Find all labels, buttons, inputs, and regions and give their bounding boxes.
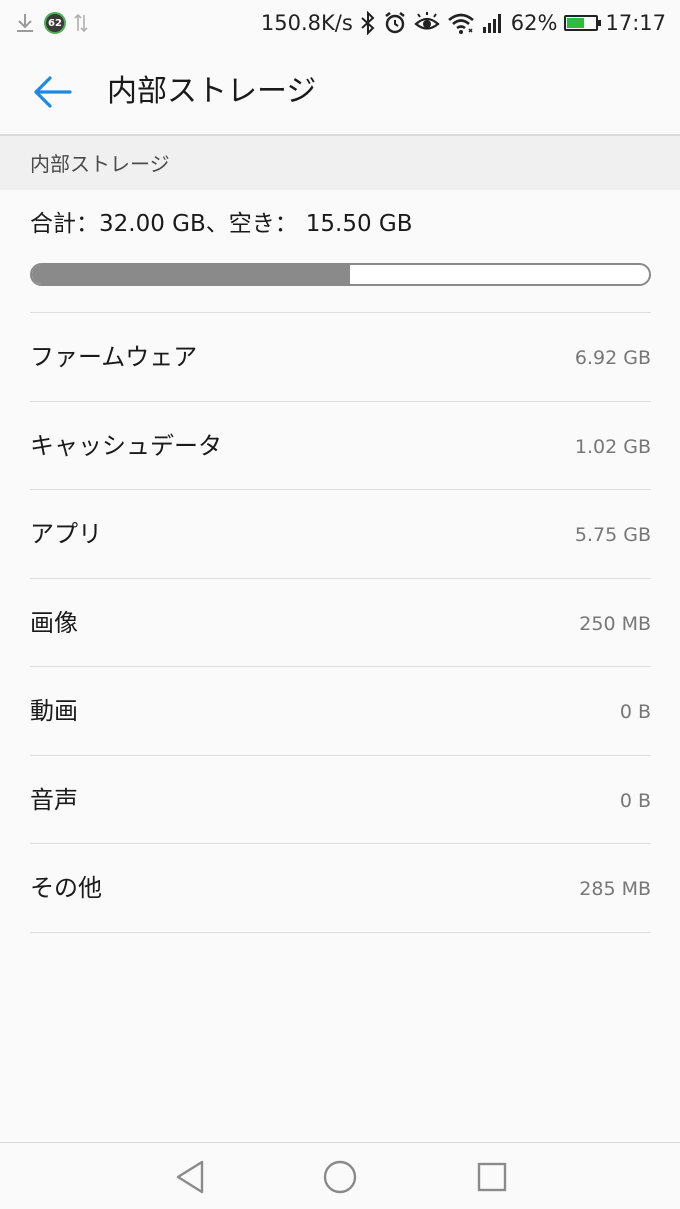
- item-size: 285 MB: [579, 878, 651, 900]
- circle-home-icon: [323, 1160, 357, 1194]
- battery-percent: 62%: [510, 11, 558, 35]
- item-size: 5.75 GB: [574, 524, 651, 546]
- list-item[interactable]: ファームウェア 6.92 GB: [30, 313, 651, 402]
- section-header: 内部ストレージ: [0, 136, 680, 190]
- signal-icon: [482, 14, 501, 33]
- list-item[interactable]: アプリ 5.75 GB: [30, 490, 651, 579]
- bluetooth-icon: [361, 11, 375, 35]
- item-size: 1.02 GB: [574, 435, 651, 458]
- download-icon: [17, 14, 33, 32]
- wifi-icon: [447, 13, 474, 34]
- alarm-icon: [385, 12, 405, 34]
- list-item[interactable]: 画像 250 MB: [30, 579, 651, 667]
- item-size: 250 MB: [579, 612, 651, 635]
- battery-level-fill: [567, 18, 585, 28]
- storage-usage-bar: [30, 263, 651, 286]
- free-value: 15.50 GB: [305, 211, 413, 237]
- navigation-bar: [0, 1142, 680, 1209]
- item-label: 画像: [30, 608, 78, 637]
- status-bar: 62 150.8K/s 62% 17:17: [0, 0, 680, 46]
- item-size: 6.92 GB: [574, 347, 651, 369]
- item-label: その他: [30, 874, 102, 902]
- item-label: アプリ: [30, 520, 102, 548]
- item-label: 動画: [30, 697, 78, 725]
- list-item[interactable]: キャッシュデータ 1.02 GB: [30, 402, 651, 490]
- storage-usage-fill: [32, 265, 351, 284]
- item-size: 0 B: [619, 701, 651, 723]
- total-label: 合計：: [30, 211, 99, 237]
- storage-summary: 合計： 32.00 GB 、 空き： 15.50 GB: [30, 208, 413, 240]
- clock: 17:17: [605, 11, 666, 35]
- eye-comfort-icon: [414, 12, 440, 30]
- back-button[interactable]: [30, 70, 74, 114]
- item-label: 音声: [30, 785, 78, 814]
- total-value: 32.00 GB: [99, 211, 206, 237]
- nav-back-button[interactable]: [170, 1157, 210, 1197]
- network-speed: 150.8K/s: [260, 11, 353, 35]
- summary-separator: 、: [205, 211, 229, 237]
- triangle-back-icon: [176, 1160, 204, 1194]
- storage-category-list: ファームウェア 6.92 GB キャッシュデータ 1.02 GB アプリ 5.75 GB 画…: [30, 313, 651, 933]
- item-label: ファームウェア: [30, 343, 198, 371]
- battery-icon: [564, 15, 602, 31]
- page-title: 内部ストレージ: [107, 74, 317, 109]
- app-bar: 内部ストレージ: [0, 46, 680, 136]
- free-label: 空き：: [228, 211, 298, 237]
- section-header-label: 内部ストレージ: [30, 152, 170, 176]
- status-bar-left: 62: [14, 10, 88, 36]
- nav-home-button[interactable]: [320, 1157, 360, 1197]
- list-item[interactable]: その他 285 MB: [30, 844, 651, 933]
- list-item[interactable]: 音声 0 B: [30, 756, 651, 844]
- arrow-back-icon: [34, 76, 72, 108]
- item-label: キャッシュデータ: [30, 431, 222, 460]
- sync-icon: [74, 13, 88, 33]
- list-item[interactable]: 動画 0 B: [30, 667, 651, 756]
- status-bar-right: 150.8K/s 62% 17:17: [261, 8, 666, 38]
- item-size: 0 B: [619, 789, 651, 812]
- square-recents-icon: [477, 1162, 507, 1192]
- nav-recents-button[interactable]: [472, 1157, 512, 1197]
- notification-badge: 62: [44, 12, 66, 34]
